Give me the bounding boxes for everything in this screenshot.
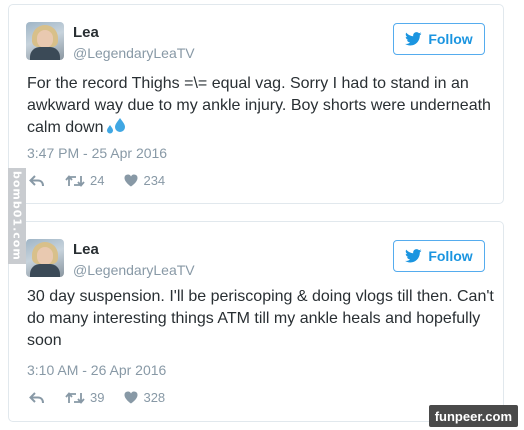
tweet-actions: 39 328 <box>29 390 185 405</box>
retweet-count: 39 <box>90 390 105 405</box>
tweet-body: For the record Thighs =\= equal vag. Sor… <box>27 75 491 136</box>
sweat-droplets-icon <box>107 118 126 134</box>
like-button[interactable]: 328 <box>124 390 165 405</box>
user-name[interactable]: Lea <box>73 241 99 258</box>
user-handle[interactable]: @LegendaryLeaTV <box>73 45 195 61</box>
retweet-icon <box>65 174 85 187</box>
avatar[interactable] <box>26 22 64 60</box>
tweet-timestamp[interactable]: 3:47 PM - 25 Apr 2016 <box>27 145 167 161</box>
follow-label: Follow <box>428 31 473 47</box>
retweet-button[interactable]: 39 <box>65 390 104 405</box>
like-count: 328 <box>143 390 166 405</box>
heart-icon <box>124 174 138 187</box>
tweet-text: For the record Thighs =\= equal vag. Sor… <box>27 73 497 139</box>
tweet-text: 30 day suspension. I'll be periscoping &… <box>27 288 494 349</box>
tweet-timestamp[interactable]: 3:10 AM - 26 Apr 2016 <box>27 362 166 378</box>
twitter-bird-icon <box>405 249 422 263</box>
reply-button[interactable] <box>29 174 45 188</box>
tweet-actions: 24 234 <box>29 173 185 188</box>
tweet-card: Lea @LegendaryLeaTV Follow 30 day suspen… <box>8 221 504 422</box>
heart-icon <box>124 391 138 404</box>
reply-icon <box>29 391 44 403</box>
follow-label: Follow <box>428 248 473 264</box>
retweet-icon <box>65 391 85 404</box>
like-count: 234 <box>143 173 166 188</box>
follow-button[interactable]: Follow <box>393 23 485 55</box>
user-name[interactable]: Lea <box>73 24 99 41</box>
avatar[interactable] <box>26 239 64 277</box>
reply-icon <box>29 174 44 186</box>
tweet-card: Lea @LegendaryLeaTV Follow For the recor… <box>8 4 504 204</box>
reply-button[interactable] <box>29 391 45 405</box>
side-watermark: bomb01.com <box>8 168 26 264</box>
twitter-bird-icon <box>405 32 422 46</box>
corner-watermark: funpeer.com <box>428 405 518 427</box>
retweet-button[interactable]: 24 <box>65 173 104 188</box>
retweet-count: 24 <box>90 173 105 188</box>
like-button[interactable]: 234 <box>124 173 165 188</box>
follow-button[interactable]: Follow <box>393 240 485 272</box>
user-handle[interactable]: @LegendaryLeaTV <box>73 262 195 278</box>
